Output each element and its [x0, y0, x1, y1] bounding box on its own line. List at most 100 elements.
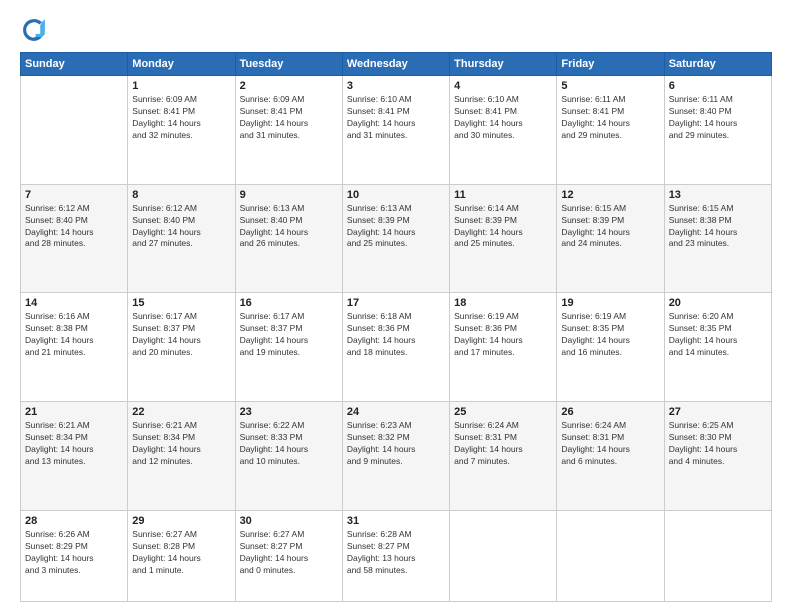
day-info: Sunrise: 6:13 AM Sunset: 8:39 PM Dayligh… — [347, 203, 445, 251]
calendar-day-cell: 15 Sunrise: 6:17 AM Sunset: 8:37 PM Dayli… — [128, 293, 235, 402]
calendar-week-row: 1 Sunrise: 6:09 AM Sunset: 8:41 PM Daylig… — [21, 76, 772, 185]
calendar-day-cell: 1 Sunrise: 6:09 AM Sunset: 8:41 PM Daylig… — [128, 76, 235, 185]
day-number: 28 — [25, 515, 123, 527]
calendar-day-cell — [557, 510, 664, 601]
calendar-day-cell: 13 Sunrise: 6:15 AM Sunset: 8:38 PM Dayli… — [664, 184, 771, 293]
calendar-day-cell: 30Sunrise: 6:27 AM Sunset: 8:27 PM Dayli… — [235, 510, 342, 601]
calendar-day-cell: 20 Sunrise: 6:20 AM Sunset: 8:35 PM Dayli… — [664, 293, 771, 402]
calendar-day-cell: 2Sunrise: 6:09 AM Sunset: 8:41 PM Daylig… — [235, 76, 342, 185]
calendar-day-cell — [450, 510, 557, 601]
calendar-day-cell: 25Sunrise: 6:24 AM Sunset: 8:31 PM Dayli… — [450, 402, 557, 511]
day-number: 5 — [561, 80, 659, 92]
day-number: 8 — [132, 189, 230, 201]
day-number: 13 — [669, 189, 767, 201]
header — [20, 16, 772, 44]
day-info: Sunrise: 6:17 AM Sunset: 8:37 PM Dayligh… — [132, 311, 230, 359]
day-info: Sunrise: 6:27 AM Sunset: 8:28 PM Dayligh… — [132, 529, 230, 577]
day-info: Sunrise: 6:09 AM Sunset: 8:41 PM Dayligh… — [240, 94, 338, 142]
page: SundayMondayTuesdayWednesdayThursdayFrid… — [0, 0, 792, 612]
calendar-day-cell: 10 Sunrise: 6:13 AM Sunset: 8:39 PM Dayli… — [342, 184, 449, 293]
day-info: Sunrise: 6:10 AM Sunset: 8:41 PM Dayligh… — [347, 94, 445, 142]
calendar-day-cell: 24Sunrise: 6:23 AM Sunset: 8:32 PM Dayli… — [342, 402, 449, 511]
day-info: Sunrise: 6:12 AM Sunset: 8:40 PM Dayligh… — [132, 203, 230, 251]
calendar-week-row: 21 Sunrise: 6:21 AM Sunset: 8:34 PM Dayli… — [21, 402, 772, 511]
calendar-day-cell: 28 Sunrise: 6:26 AM Sunset: 8:29 PM Dayli… — [21, 510, 128, 601]
day-number: 30 — [240, 515, 338, 527]
day-info: Sunrise: 6:28 AM Sunset: 8:27 PM Dayligh… — [347, 529, 445, 577]
day-number: 15 — [132, 297, 230, 309]
day-number: 12 — [561, 189, 659, 201]
day-info: Sunrise: 6:13 AM Sunset: 8:40 PM Dayligh… — [240, 203, 338, 251]
day-info: Sunrise: 6:25 AM Sunset: 8:30 PM Dayligh… — [669, 420, 767, 468]
day-info: Sunrise: 6:26 AM Sunset: 8:29 PM Dayligh… — [25, 529, 123, 577]
day-info: Sunrise: 6:21 AM Sunset: 8:34 PM Dayligh… — [132, 420, 230, 468]
day-number: 11 — [454, 189, 552, 201]
day-number: 10 — [347, 189, 445, 201]
day-number: 9 — [240, 189, 338, 201]
day-info: Sunrise: 6:16 AM Sunset: 8:38 PM Dayligh… — [25, 311, 123, 359]
day-info: Sunrise: 6:21 AM Sunset: 8:34 PM Dayligh… — [25, 420, 123, 468]
calendar-day-cell: 17Sunrise: 6:18 AM Sunset: 8:36 PM Dayli… — [342, 293, 449, 402]
calendar-header: SundayMondayTuesdayWednesdayThursdayFrid… — [21, 53, 772, 76]
calendar-day-cell: 22 Sunrise: 6:21 AM Sunset: 8:34 PM Dayli… — [128, 402, 235, 511]
calendar-day-cell: 3 Sunrise: 6:10 AM Sunset: 8:41 PM Daylig… — [342, 76, 449, 185]
day-number: 1 — [132, 80, 230, 92]
calendar-day-cell: 4 Sunrise: 6:10 AM Sunset: 8:41 PM Daylig… — [450, 76, 557, 185]
day-info: Sunrise: 6:24 AM Sunset: 8:31 PM Dayligh… — [561, 420, 659, 468]
weekday-header: Saturday — [664, 53, 771, 76]
logo — [20, 16, 52, 44]
weekday-header: Wednesday — [342, 53, 449, 76]
calendar-day-cell: 16 Sunrise: 6:17 AM Sunset: 8:37 PM Dayli… — [235, 293, 342, 402]
weekday-header: Monday — [128, 53, 235, 76]
day-info: Sunrise: 6:10 AM Sunset: 8:41 PM Dayligh… — [454, 94, 552, 142]
day-number: 6 — [669, 80, 767, 92]
day-info: Sunrise: 6:22 AM Sunset: 8:33 PM Dayligh… — [240, 420, 338, 468]
day-number: 22 — [132, 406, 230, 418]
calendar-body: 1 Sunrise: 6:09 AM Sunset: 8:41 PM Daylig… — [21, 76, 772, 602]
day-info: Sunrise: 6:12 AM Sunset: 8:40 PM Dayligh… — [25, 203, 123, 251]
day-number: 7 — [25, 189, 123, 201]
calendar-day-cell: 27 Sunrise: 6:25 AM Sunset: 8:30 PM Dayli… — [664, 402, 771, 511]
calendar-day-cell: 19 Sunrise: 6:19 AM Sunset: 8:35 PM Dayli… — [557, 293, 664, 402]
calendar-week-row: 7 Sunrise: 6:12 AM Sunset: 8:40 PM Daylig… — [21, 184, 772, 293]
day-number: 21 — [25, 406, 123, 418]
day-number: 31 — [347, 515, 445, 527]
calendar-day-cell — [664, 510, 771, 601]
day-info: Sunrise: 6:20 AM Sunset: 8:35 PM Dayligh… — [669, 311, 767, 359]
calendar-day-cell: 12Sunrise: 6:15 AM Sunset: 8:39 PM Dayli… — [557, 184, 664, 293]
weekday-header: Sunday — [21, 53, 128, 76]
day-number: 17 — [347, 297, 445, 309]
day-info: Sunrise: 6:17 AM Sunset: 8:37 PM Dayligh… — [240, 311, 338, 359]
day-number: 26 — [561, 406, 659, 418]
calendar-day-cell: 29Sunrise: 6:27 AM Sunset: 8:28 PM Dayli… — [128, 510, 235, 601]
day-number: 4 — [454, 80, 552, 92]
day-info: Sunrise: 6:24 AM Sunset: 8:31 PM Dayligh… — [454, 420, 552, 468]
calendar-day-cell: 9 Sunrise: 6:13 AM Sunset: 8:40 PM Daylig… — [235, 184, 342, 293]
day-number: 27 — [669, 406, 767, 418]
day-number: 20 — [669, 297, 767, 309]
calendar-day-cell: 8 Sunrise: 6:12 AM Sunset: 8:40 PM Daylig… — [128, 184, 235, 293]
day-number: 19 — [561, 297, 659, 309]
calendar-day-cell: 23 Sunrise: 6:22 AM Sunset: 8:33 PM Dayli… — [235, 402, 342, 511]
day-number: 14 — [25, 297, 123, 309]
day-info: Sunrise: 6:14 AM Sunset: 8:39 PM Dayligh… — [454, 203, 552, 251]
weekday-header: Thursday — [450, 53, 557, 76]
calendar-table: SundayMondayTuesdayWednesdayThursdayFrid… — [20, 52, 772, 602]
weekday-header: Friday — [557, 53, 664, 76]
day-number: 18 — [454, 297, 552, 309]
day-info: Sunrise: 6:11 AM Sunset: 8:41 PM Dayligh… — [561, 94, 659, 142]
day-info: Sunrise: 6:15 AM Sunset: 8:38 PM Dayligh… — [669, 203, 767, 251]
day-info: Sunrise: 6:11 AM Sunset: 8:40 PM Dayligh… — [669, 94, 767, 142]
logo-icon — [20, 16, 48, 44]
day-info: Sunrise: 6:09 AM Sunset: 8:41 PM Dayligh… — [132, 94, 230, 142]
day-number: 16 — [240, 297, 338, 309]
calendar-week-row: 28 Sunrise: 6:26 AM Sunset: 8:29 PM Dayli… — [21, 510, 772, 601]
day-number: 23 — [240, 406, 338, 418]
calendar-day-cell: 6 Sunrise: 6:11 AM Sunset: 8:40 PM Daylig… — [664, 76, 771, 185]
calendar-day-cell — [21, 76, 128, 185]
calendar-week-row: 14 Sunrise: 6:16 AM Sunset: 8:38 PM Dayli… — [21, 293, 772, 402]
calendar-day-cell: 14 Sunrise: 6:16 AM Sunset: 8:38 PM Dayli… — [21, 293, 128, 402]
day-info: Sunrise: 6:19 AM Sunset: 8:35 PM Dayligh… — [561, 311, 659, 359]
calendar-day-cell: 5 Sunrise: 6:11 AM Sunset: 8:41 PM Daylig… — [557, 76, 664, 185]
day-number: 3 — [347, 80, 445, 92]
